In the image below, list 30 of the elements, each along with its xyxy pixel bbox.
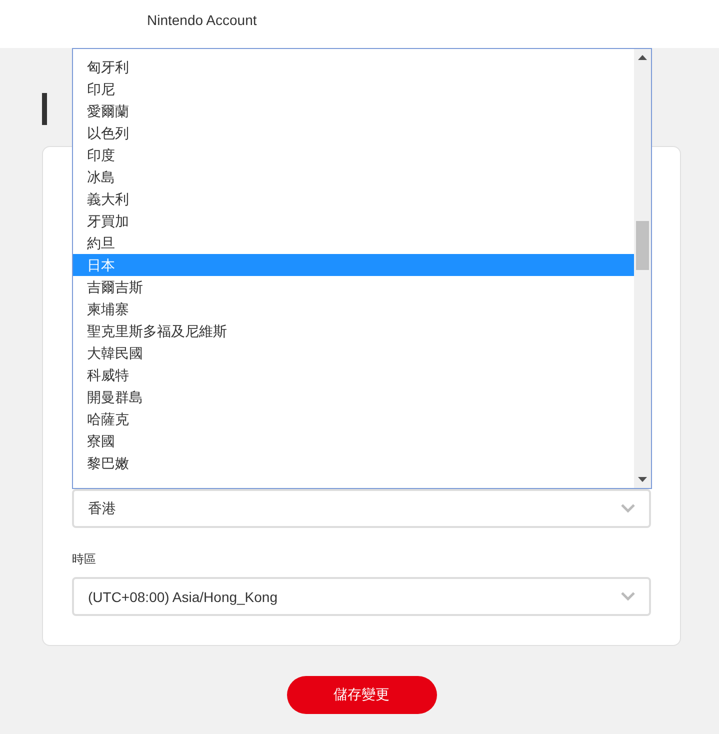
dropdown-option[interactable]: 大韓民國	[73, 342, 634, 364]
dropdown-option[interactable]: 黎巴嫩	[73, 452, 634, 474]
site-title: Nintendo Account	[147, 12, 257, 28]
dropdown-option[interactable]: 科威特	[73, 364, 634, 386]
field-label: 時區	[72, 551, 96, 568]
save-button[interactable]: 儲存變更	[286, 676, 436, 714]
dropdown-option[interactable]: 冰島	[73, 166, 634, 188]
scrollbar-thumb[interactable]	[636, 221, 649, 270]
timezone-select[interactable]: (UTC+08:00) Asia/Hong_Kong	[72, 577, 651, 616]
dropdown-option[interactable]: 義大利	[73, 188, 634, 210]
scrollbar[interactable]	[634, 49, 651, 488]
chevron-down-icon	[621, 592, 635, 601]
chevron-down-icon	[621, 504, 635, 513]
dropdown-option[interactable]: 愛爾蘭	[73, 100, 634, 122]
dropdown-option[interactable]: 以色列	[73, 122, 634, 144]
dropdown-option[interactable]: 約旦	[73, 232, 634, 254]
dropdown-option[interactable]: 開曼群島	[73, 386, 634, 408]
scroll-down-icon[interactable]	[638, 477, 647, 482]
dropdown-option[interactable]: 吉爾吉斯	[73, 276, 634, 298]
dropdown-option[interactable]: 柬埔寨	[73, 298, 634, 320]
dropdown-option[interactable]: 牙買加	[73, 210, 634, 232]
dropdown-option[interactable]: 哈薩克	[73, 408, 634, 430]
dropdown-option[interactable]: 寮國	[73, 430, 634, 452]
scroll-up-icon[interactable]	[638, 55, 647, 60]
dropdown-option[interactable]: 聖克里斯多福及尼維斯	[73, 320, 634, 342]
title-accent-bar	[42, 93, 47, 125]
dropdown-option[interactable]: 印尼	[73, 78, 634, 100]
dropdown-option[interactable]: 匈牙利	[73, 56, 634, 78]
dropdown-option[interactable]: 印度	[73, 144, 634, 166]
region-select[interactable]: 香港	[72, 489, 651, 528]
